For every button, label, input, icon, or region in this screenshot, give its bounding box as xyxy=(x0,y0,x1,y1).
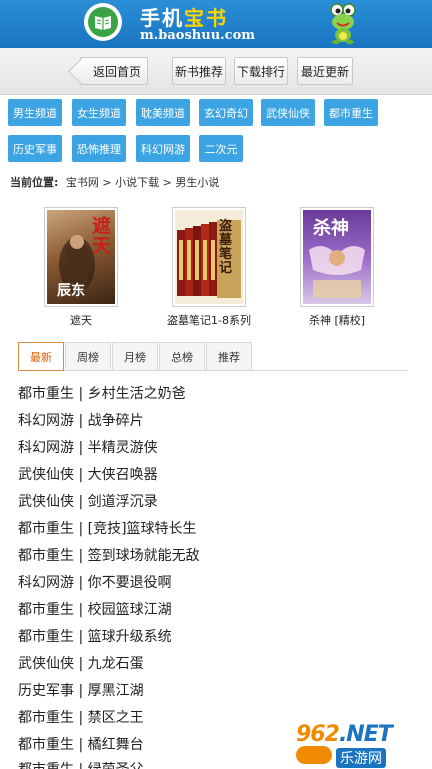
cover-title-zhetian: 遮天 xyxy=(92,215,112,257)
list-item[interactable]: 武侠仙侠 | 九龙石蛋 xyxy=(18,653,144,673)
watermark-subtitle: 乐游网 xyxy=(336,748,386,768)
site-header: 手机宝书 m.baoshuu.com xyxy=(0,0,432,48)
tab-recommended[interactable]: 推荐 xyxy=(206,342,252,371)
list-item[interactable]: 都市重生 | 禁区之王 xyxy=(18,707,144,727)
cover-title-shashen: 杀神 xyxy=(313,218,349,239)
cover-art-shashen: 杀神 xyxy=(303,210,371,304)
tab-latest[interactable]: 最新 xyxy=(18,342,64,371)
book-cover-daomu[interactable]: 盗墓笔记 xyxy=(172,207,246,307)
site-title[interactable]: 手机宝书 xyxy=(140,2,228,31)
category-male[interactable]: 男生频道 xyxy=(8,99,62,126)
list-item[interactable]: 历史军事 | 厚黑江湖 xyxy=(18,680,144,700)
cover-art-zhetian: 遮天 辰东 xyxy=(47,210,115,304)
list-item[interactable]: 武侠仙侠 | 剑道浮沉录 xyxy=(18,491,158,511)
category-history[interactable]: 历史军事 xyxy=(8,135,62,162)
book-title-zhetian[interactable]: 遮天 xyxy=(21,312,141,328)
ranking-tabs: 最新 周榜 月榜 总榜 推荐 xyxy=(18,342,408,371)
cover-author-zhetian: 辰东 xyxy=(57,283,85,299)
cover-title-daomu: 盗墓笔记 xyxy=(219,219,233,276)
list-item[interactable]: 都市重生 | 橘红舞台 xyxy=(18,734,144,754)
category-scifi[interactable]: 科幻网游 xyxy=(136,135,190,162)
watermark-brand: 962.NET xyxy=(296,722,422,747)
category-female[interactable]: 女生频道 xyxy=(72,99,126,126)
book-title-shashen[interactable]: 杀神 [精校] xyxy=(277,312,397,328)
list-item[interactable]: 武侠仙侠 | 大侠召唤器 xyxy=(18,464,158,484)
list-item[interactable]: 科幻网游 | 战争碎片 xyxy=(18,410,144,430)
list-item[interactable]: 都市重生 | [竞技]篮球特长生 xyxy=(18,518,197,538)
watermark-brand-number: 962 xyxy=(296,722,340,747)
list-item[interactable]: 都市重生 | 绿茵圣父 xyxy=(18,759,144,769)
book-title-daomu[interactable]: 盗墓笔记1-8系列 xyxy=(149,312,269,328)
watermark-brand-net: .NET xyxy=(338,722,393,747)
recent-update-button[interactable]: 最近更新 xyxy=(297,57,353,85)
category-wuxia[interactable]: 武侠仙侠 xyxy=(261,99,315,126)
site-url: m.baoshuu.com xyxy=(140,28,256,43)
back-home-label: 返回首页 xyxy=(92,64,141,79)
download-rank-button[interactable]: 下载排行 xyxy=(234,57,288,85)
list-item[interactable]: 都市重生 | 校园篮球江湖 xyxy=(18,599,172,619)
watermark-logo-icon xyxy=(296,746,332,764)
breadcrumb-label: 当前位置: xyxy=(10,176,59,189)
site-title-part1: 手机 xyxy=(140,6,184,30)
new-books-button[interactable]: 新书推荐 xyxy=(172,57,226,85)
category-urban[interactable]: 都市重生 xyxy=(324,99,378,126)
category-acg[interactable]: 二次元 xyxy=(199,135,243,162)
tab-weekly[interactable]: 周榜 xyxy=(65,342,111,371)
top-nav: 返回首页 新书推荐 下载排行 最近更新 xyxy=(0,48,432,95)
tab-monthly[interactable]: 月榜 xyxy=(112,342,158,371)
list-item[interactable]: 都市重生 | 乡村生活之奶爸 xyxy=(18,383,186,403)
site-title-part2: 宝书 xyxy=(184,6,228,30)
category-horror[interactable]: 恐怖推理 xyxy=(72,135,126,162)
category-danmei[interactable]: 耽美频道 xyxy=(136,99,190,126)
list-item[interactable]: 都市重生 | 签到球场就能无敌 xyxy=(18,545,200,565)
watermark: 962.NET 乐游网 xyxy=(292,718,432,769)
list-item[interactable]: 科幻网游 | 半精灵游侠 xyxy=(18,437,158,457)
list-item[interactable]: 科幻网游 | 你不要退役啊 xyxy=(18,572,172,592)
cover-art-daomu: 盗墓笔记 xyxy=(175,210,243,304)
book-cover-shashen[interactable]: 杀神 xyxy=(300,207,374,307)
frog-mascot-icon xyxy=(330,3,356,44)
category-fantasy[interactable]: 玄幻奇幻 xyxy=(199,99,253,126)
breadcrumb-path[interactable]: 宝书网 > 小说下载 > 男生小说 xyxy=(66,176,219,189)
back-home-button[interactable]: 返回首页 xyxy=(80,57,148,85)
tab-total[interactable]: 总榜 xyxy=(159,342,205,371)
book-cover-zhetian[interactable]: 遮天 辰东 xyxy=(44,207,118,307)
book-logo-icon[interactable] xyxy=(84,3,122,41)
breadcrumb: 当前位置: 宝书网 > 小说下载 > 男生小说 xyxy=(10,174,219,190)
list-item[interactable]: 都市重生 | 篮球升级系统 xyxy=(18,626,172,646)
